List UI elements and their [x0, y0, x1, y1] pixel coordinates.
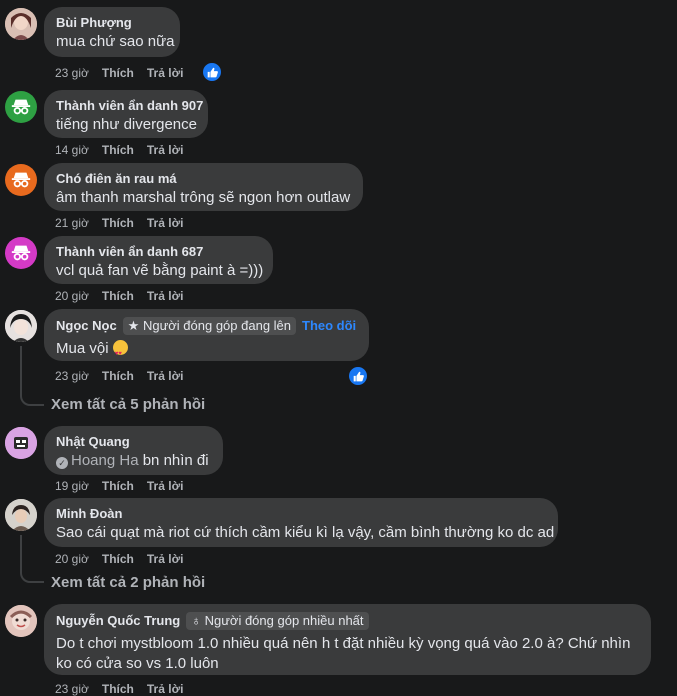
comment-text: tiếng như divergence	[56, 116, 197, 133]
comment-time[interactable]: 23 giờ	[55, 682, 89, 696]
thread-line	[20, 535, 44, 583]
reply-button[interactable]: Trả lời	[147, 143, 184, 157]
comment-bubble: Nguyễn Quốc Trung ♁ Người đóng góp nhiều …	[44, 604, 651, 675]
avatar[interactable]	[5, 8, 37, 40]
comment-text: Sao cái quạt mà riot cứ thích cầm kiểu k…	[56, 524, 555, 541]
ribbon-icon: ♁	[191, 613, 201, 628]
comment-time[interactable]: 19 giờ	[55, 479, 89, 493]
view-replies-link[interactable]: Xem tất cả 2 phản hồi	[51, 574, 205, 591]
comment-time[interactable]: 21 giờ	[55, 216, 89, 230]
comment-actions: 14 giờ Thích Trả lời	[55, 143, 196, 157]
comment-actions: 20 giờ Thích Trả lời	[55, 552, 196, 566]
comment-bubble: Thành viên ẩn danh 687 vcl quả fan vẽ bằ…	[44, 236, 273, 284]
comment-actions: 21 giờ Thích Trả lời	[55, 216, 196, 230]
like-button[interactable]: Thích	[102, 552, 134, 566]
follow-button[interactable]: Theo dõi	[302, 318, 356, 333]
comment-author-row: Nguyễn Quốc Trung ♁ Người đóng góp nhiều …	[56, 612, 639, 630]
comment-bubble: Chó điên ăn rau má âm thanh marshal trôn…	[44, 163, 363, 211]
comment-actions: 23 giờ Thích Trả lời	[55, 66, 196, 80]
contributor-badge: ★ Người đóng góp đang lên	[122, 317, 297, 335]
anonymous-avatar-icon[interactable]	[5, 237, 37, 269]
thread-line	[20, 346, 44, 406]
like-reaction-icon[interactable]	[202, 62, 222, 82]
comment-bubble: Nhật Quang ✓ Hoang Ha bn nhìn đi	[44, 426, 223, 475]
comment-time[interactable]: 23 giờ	[55, 66, 89, 80]
heart-eyes-emoji-icon: ♥♥	[112, 340, 128, 357]
reply-button[interactable]: Trả lời	[147, 682, 184, 696]
reply-button[interactable]: Trả lời	[147, 552, 184, 566]
comment-author[interactable]: Chó điên ăn rau má	[56, 171, 351, 187]
like-reaction-icon[interactable]	[348, 366, 368, 386]
comment-author-row: Ngọc Nọc ★ Người đóng góp đang lên Theo dõ…	[56, 317, 357, 335]
like-button[interactable]: Thích	[102, 682, 134, 696]
like-button[interactable]: Thích	[102, 216, 134, 230]
like-button[interactable]: Thích	[102, 289, 134, 303]
like-button[interactable]: Thích	[102, 369, 134, 383]
comment-text: vcl quả fan vẽ bằng paint à =)))	[56, 262, 264, 279]
avatar[interactable]	[5, 499, 37, 531]
comment-time[interactable]: 23 giờ	[55, 369, 89, 383]
comment-text: mua chứ sao nữa	[56, 33, 175, 50]
comment-time[interactable]: 14 giờ	[55, 143, 89, 157]
contributor-badge: ♁ Người đóng góp nhiều nhất	[186, 612, 369, 630]
reply-button[interactable]: Trả lời	[147, 479, 184, 493]
comment-bubble: Ngọc Nọc ★ Người đóng góp đang lên Theo dõ…	[44, 309, 369, 361]
reply-button[interactable]: Trả lời	[147, 216, 184, 230]
comment-text: âm thanh marshal trông sẽ ngon hơn outla…	[56, 189, 351, 206]
view-replies-link[interactable]: Xem tất cả 5 phản hồi	[51, 396, 205, 413]
reply-button[interactable]: Trả lời	[147, 66, 184, 80]
comment-time[interactable]: 20 giờ	[55, 552, 89, 566]
avatar[interactable]	[5, 605, 37, 637]
comment-actions: 20 giờ Thích Trả lời	[55, 289, 196, 303]
mention-link[interactable]: Hoang Ha	[71, 452, 139, 469]
like-button[interactable]: Thích	[102, 143, 134, 157]
comment-actions: 19 giờ Thích Trả lời	[55, 479, 196, 493]
reply-button[interactable]: Trả lời	[147, 369, 184, 383]
anonymous-avatar-icon[interactable]	[5, 164, 37, 196]
comment-author[interactable]: Nguyễn Quốc Trung	[56, 613, 180, 628]
comment-text: Do t chơi mystbloom 1.0 nhiều quá nên h …	[56, 635, 631, 672]
comment-text: ✓ Hoang Ha bn nhìn đi	[56, 451, 211, 471]
star-icon: ★	[127, 318, 140, 333]
comment-bubble: Bùi Phượng mua chứ sao nữa	[44, 7, 180, 57]
anonymous-avatar-icon[interactable]	[5, 91, 37, 123]
comment-author[interactable]: Ngọc Nọc	[56, 318, 117, 333]
comment-author[interactable]: Minh Đoàn	[56, 506, 546, 522]
comment-bubble: Minh Đoàn Sao cái quạt mà riot cứ thích …	[44, 498, 558, 547]
like-button[interactable]: Thích	[102, 479, 134, 493]
comment-actions: 23 giờ Thích Trả lời	[55, 682, 196, 696]
mention-check-icon: ✓	[56, 457, 68, 469]
comment-author[interactable]: Thành viên ẩn danh 687	[56, 244, 261, 260]
avatar[interactable]	[5, 427, 37, 459]
avatar[interactable]	[5, 310, 37, 342]
like-button[interactable]: Thích	[102, 66, 134, 80]
reply-button[interactable]: Trả lời	[147, 289, 184, 303]
comment-actions: 23 giờ Thích Trả lời	[55, 369, 196, 383]
comment-author[interactable]: Bùi Phượng	[56, 15, 168, 31]
comment-text: Mua vội ♥♥	[56, 339, 357, 359]
comment-bubble: Thành viên ẩn danh 907 tiếng như diverge…	[44, 90, 208, 138]
comment-author[interactable]: Nhật Quang	[56, 434, 211, 450]
comment-author[interactable]: Thành viên ẩn danh 907	[56, 98, 203, 114]
comment-time[interactable]: 20 giờ	[55, 289, 89, 303]
